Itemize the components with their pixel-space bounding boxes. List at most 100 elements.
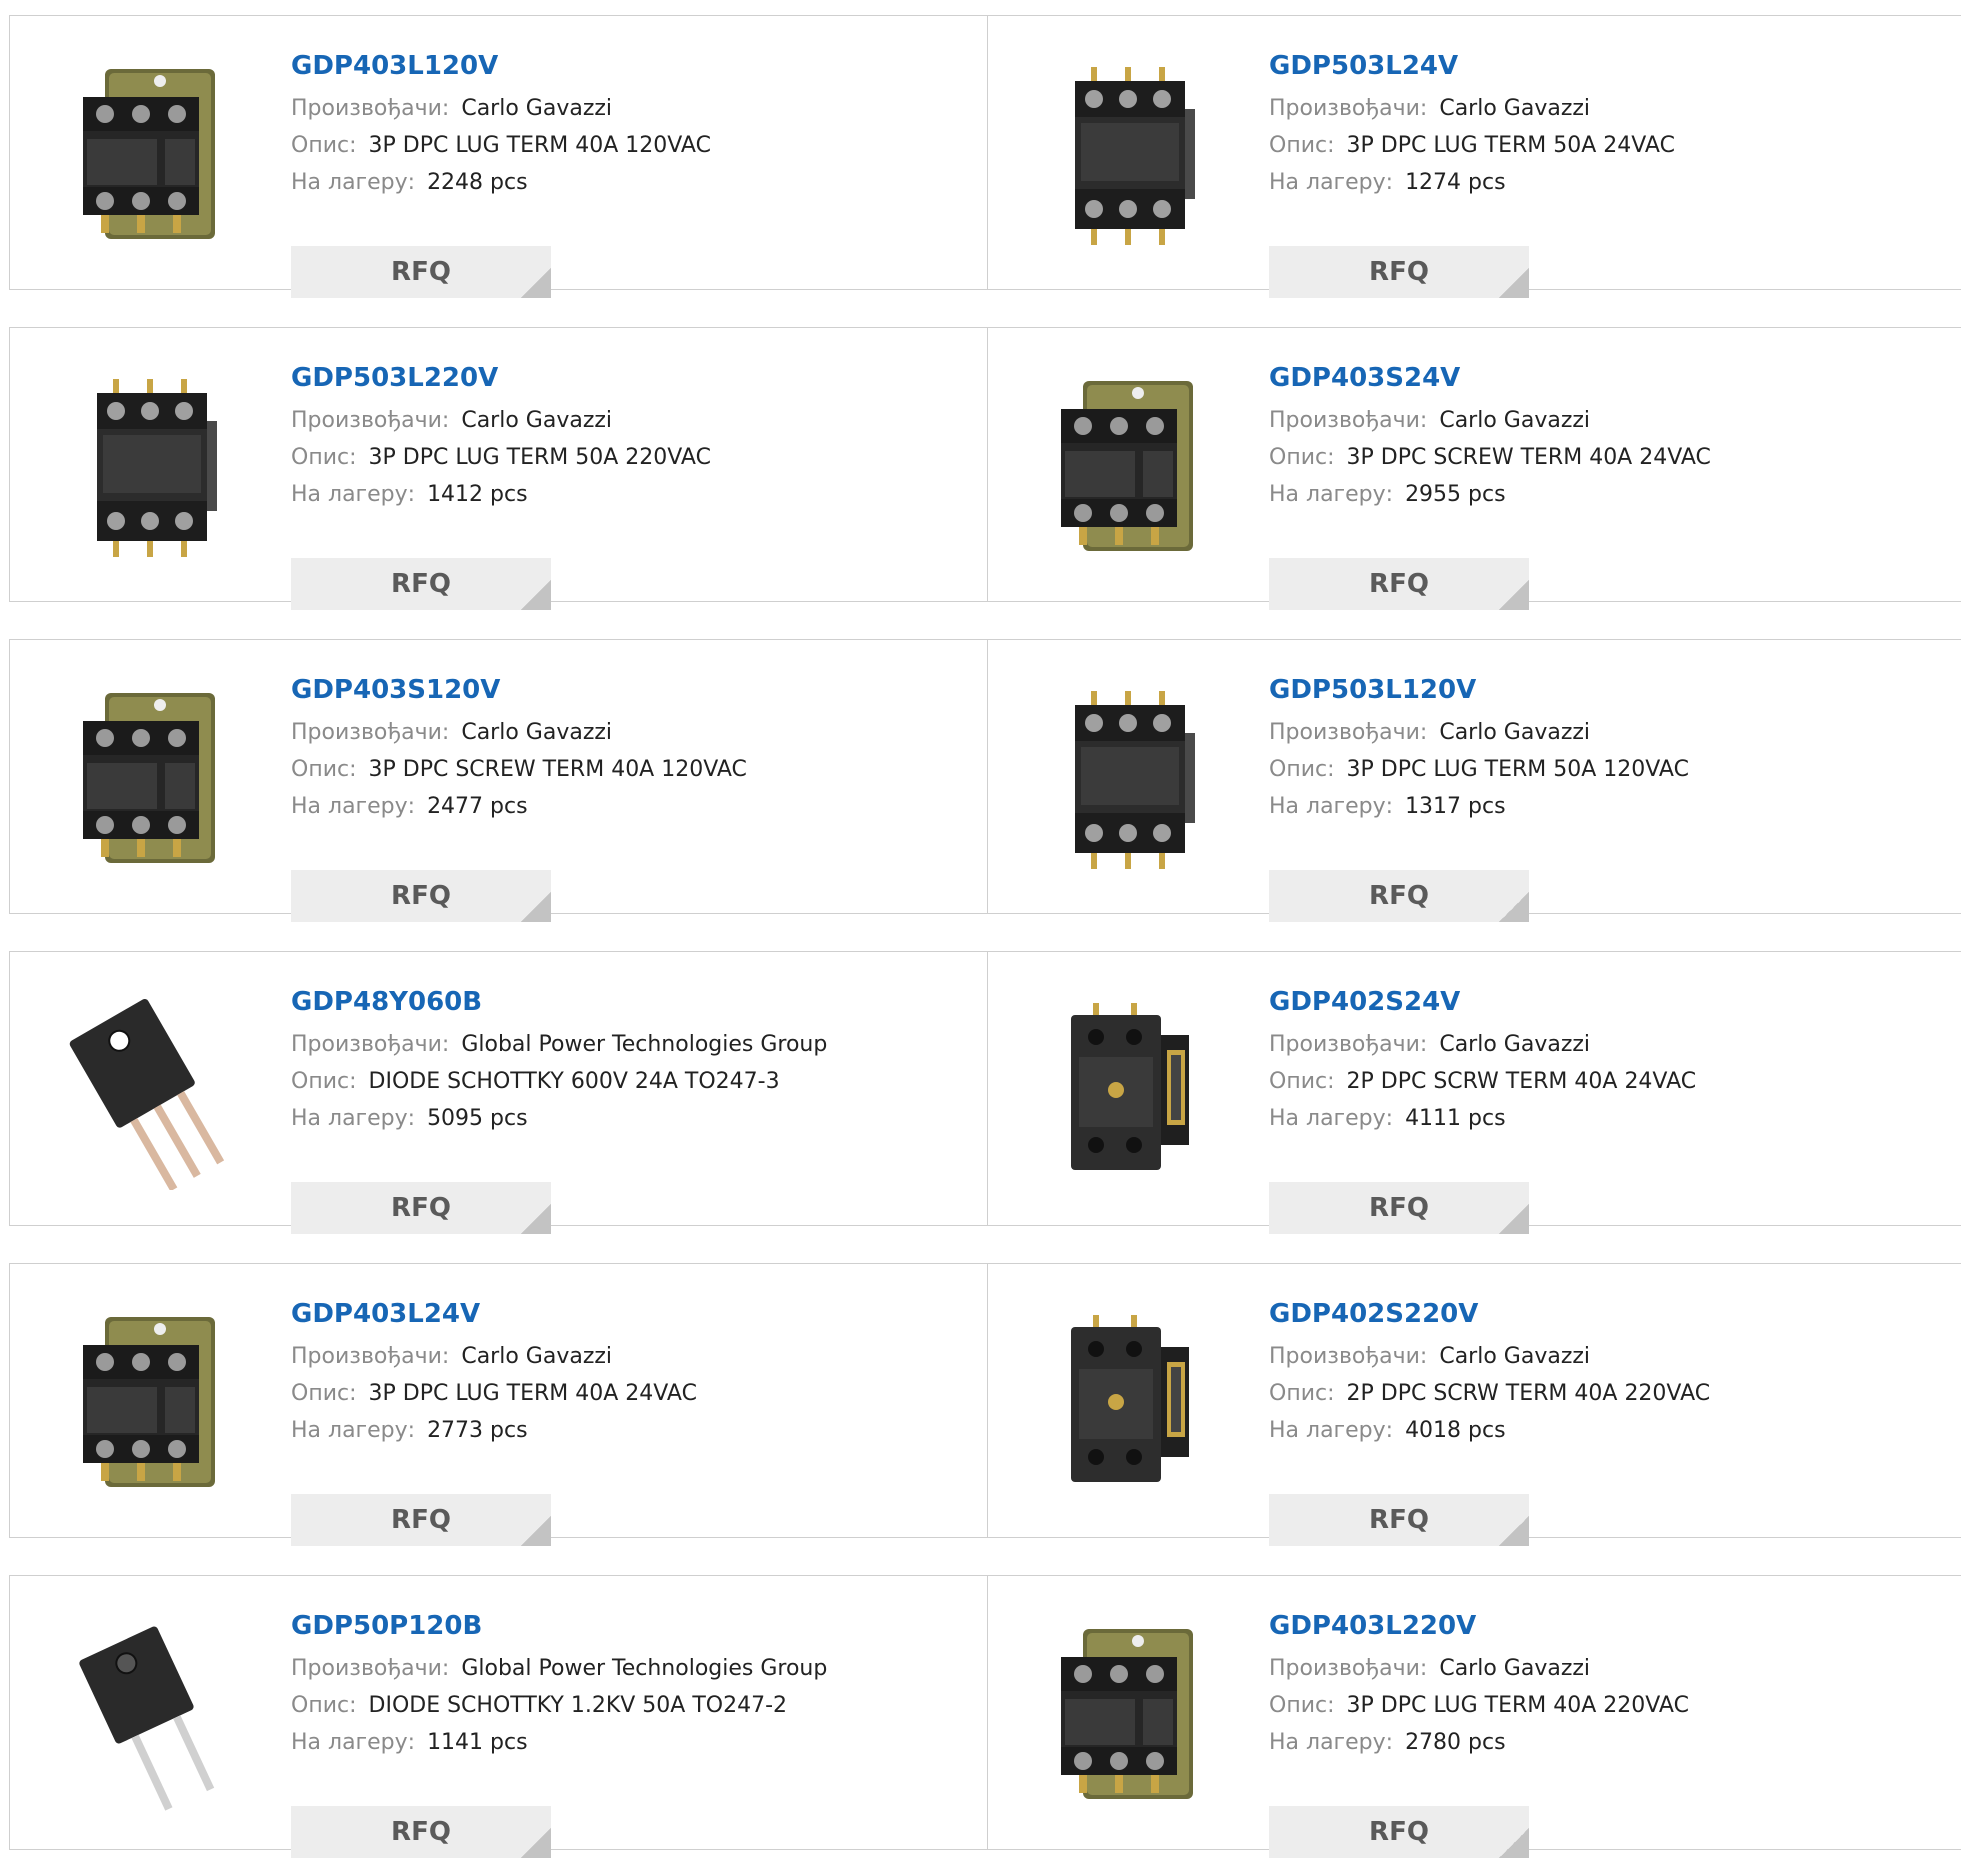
product-row: GDP403L120V Произвођачи: Carlo Gavazzi Оп… [9, 15, 1961, 298]
product-card: GDP403L24V Произвођачи: Carlo Gavazzi Опи… [10, 1264, 988, 1546]
rfq-button[interactable]: RFQ [1269, 1806, 1529, 1858]
description-value: 3P DPC LUG TERM 40A 120VAC [368, 133, 711, 158]
description-label: Опис: [291, 445, 357, 470]
stock-row: На лагеру: 1274 pcs [1269, 164, 1675, 201]
product-info: GDP402S220V Произвођачи: Carlo Gavazzi Оп… [1269, 1294, 1710, 1546]
contactor-image [1061, 1629, 1193, 1799]
product-part-number-link[interactable]: GDP503L24V [1269, 46, 1675, 86]
product-part-number-link[interactable]: GDP402S24V [1269, 982, 1696, 1022]
product-part-number-link[interactable]: GDP50P120B [291, 1606, 827, 1646]
product-info: GDP503L24V Произвођачи: Carlo Gavazzi Опи… [1269, 46, 1675, 298]
product-image[interactable] [1028, 990, 1228, 1190]
manufacturer-label: Произвођачи: [1269, 1344, 1428, 1369]
product-part-number-link[interactable]: GDP402S220V [1269, 1294, 1710, 1334]
stock-label: На лагеру: [1269, 794, 1394, 819]
product-image[interactable] [50, 1302, 250, 1502]
stock-value: 1317 pcs [1405, 794, 1506, 819]
rfq-button[interactable]: RFQ [291, 1182, 551, 1234]
corner-fold-icon [521, 580, 551, 610]
description-row: Опис: 3P DPC LUG TERM 50A 24VAC [1269, 127, 1675, 164]
product-card: GDP503L220V Произвођачи: Carlo Gavazzi Оп… [10, 328, 988, 610]
rfq-button[interactable]: RFQ [291, 246, 551, 298]
product-image[interactable] [1028, 366, 1228, 566]
product-image[interactable] [1028, 1614, 1228, 1814]
contactor-image [1071, 1315, 1189, 1482]
rfq-label: RFQ [1369, 1193, 1429, 1223]
stock-value: 5095 pcs [427, 1106, 528, 1131]
rfq-button[interactable]: RFQ [291, 558, 551, 610]
manufacturer-value: Carlo Gavazzi [461, 720, 613, 745]
description-row: Опис: 3P DPC SCREW TERM 40A 24VAC [1269, 439, 1711, 476]
contactor-image [97, 379, 217, 557]
product-info: GDP403S24V Произвођачи: Carlo Gavazzi Опи… [1269, 358, 1711, 610]
rfq-button[interactable]: RFQ [1269, 558, 1529, 610]
corner-fold-icon [1499, 1516, 1529, 1546]
product-card: GDP48Y060B Произвођачи: Global Power Tech… [10, 952, 988, 1234]
rfq-button[interactable]: RFQ [291, 1494, 551, 1546]
stock-row: На лагеру: 4111 pcs [1269, 1100, 1696, 1137]
description-row: Опис: 2P DPC SCRW TERM 40A 24VAC [1269, 1063, 1696, 1100]
product-part-number-link[interactable]: GDP403L120V [291, 46, 711, 86]
product-part-number-link[interactable]: GDP48Y060B [291, 982, 827, 1022]
rfq-label: RFQ [391, 257, 451, 287]
contactor-image [1071, 1003, 1189, 1170]
product-part-number-link[interactable]: GDP403S24V [1269, 358, 1711, 398]
description-value: 3P DPC LUG TERM 50A 120VAC [1346, 757, 1689, 782]
product-card: GDP403S24V Произвођачи: Carlo Gavazzi Опи… [988, 328, 1961, 610]
description-label: Опис: [1269, 1069, 1335, 1094]
product-row: GDP50P120B Произвођачи: Global Power Tech… [9, 1575, 1961, 1858]
corner-fold-icon [521, 1204, 551, 1234]
manufacturer-value: Carlo Gavazzi [461, 408, 613, 433]
rfq-button[interactable]: RFQ [1269, 246, 1529, 298]
product-image[interactable] [50, 1614, 250, 1814]
manufacturer-value: Carlo Gavazzi [461, 1344, 613, 1369]
stock-row: На лагеру: 2477 pcs [291, 788, 747, 825]
diode-image [79, 1626, 215, 1811]
product-part-number-link[interactable]: GDP403L220V [1269, 1606, 1689, 1646]
product-info: GDP503L220V Произвођачи: Carlo Gavazzi Оп… [291, 358, 711, 610]
product-card: GDP403S120V Произвођачи: Carlo Gavazzi Оп… [10, 640, 988, 922]
product-part-number-link[interactable]: GDP403S120V [291, 670, 747, 710]
product-image[interactable] [1028, 1302, 1228, 1502]
product-part-number-link[interactable]: GDP403L24V [291, 1294, 697, 1334]
manufacturer-label: Произвођачи: [1269, 96, 1428, 121]
manufacturer-value: Carlo Gavazzi [1439, 1032, 1591, 1057]
stock-label: На лагеру: [1269, 170, 1394, 195]
product-image[interactable] [50, 54, 250, 254]
product-row: GDP403L24V Произвођачи: Carlo Gavazzi Опи… [9, 1263, 1961, 1546]
manufacturer-label: Произвођачи: [291, 1032, 450, 1057]
stock-row: На лагеру: 4018 pcs [1269, 1412, 1710, 1449]
manufacturer-row: Произвођачи: Carlo Gavazzi [291, 90, 711, 127]
rfq-button[interactable]: RFQ [291, 1806, 551, 1858]
product-image[interactable] [50, 678, 250, 878]
product-part-number-link[interactable]: GDP503L120V [1269, 670, 1689, 710]
rfq-button[interactable]: RFQ [1269, 1182, 1529, 1234]
product-card: GDP403L220V Произвођачи: Carlo Gavazzi Оп… [988, 1576, 1961, 1858]
stock-value: 2780 pcs [1405, 1730, 1506, 1755]
description-label: Опис: [291, 1069, 357, 1094]
manufacturer-label: Произвођачи: [1269, 1032, 1428, 1057]
manufacturer-value: Carlo Gavazzi [1439, 720, 1591, 745]
rfq-label: RFQ [1369, 881, 1429, 911]
rfq-label: RFQ [391, 1193, 451, 1223]
description-label: Опис: [1269, 1381, 1335, 1406]
product-image[interactable] [1028, 678, 1228, 878]
product-part-number-link[interactable]: GDP503L220V [291, 358, 711, 398]
product-image[interactable] [50, 366, 250, 566]
manufacturer-row: Произвођачи: Carlo Gavazzi [291, 714, 747, 751]
corner-fold-icon [521, 1828, 551, 1858]
manufacturer-value: Carlo Gavazzi [461, 96, 613, 121]
product-image[interactable] [1028, 54, 1228, 254]
manufacturer-row: Произвођачи: Global Power Technologies Gr… [291, 1026, 827, 1063]
stock-label: На лагеру: [291, 1106, 416, 1131]
rfq-button[interactable]: RFQ [291, 870, 551, 922]
corner-fold-icon [1499, 268, 1529, 298]
product-image[interactable] [50, 990, 250, 1190]
manufacturer-value: Carlo Gavazzi [1439, 1656, 1591, 1681]
rfq-button[interactable]: RFQ [1269, 1494, 1529, 1546]
product-info: GDP503L120V Произвођачи: Carlo Gavazzi Оп… [1269, 670, 1689, 922]
description-row: Опис: 3P DPC LUG TERM 50A 120VAC [1269, 751, 1689, 788]
rfq-button[interactable]: RFQ [1269, 870, 1529, 922]
description-label: Опис: [1269, 445, 1335, 470]
corner-fold-icon [1499, 1204, 1529, 1234]
